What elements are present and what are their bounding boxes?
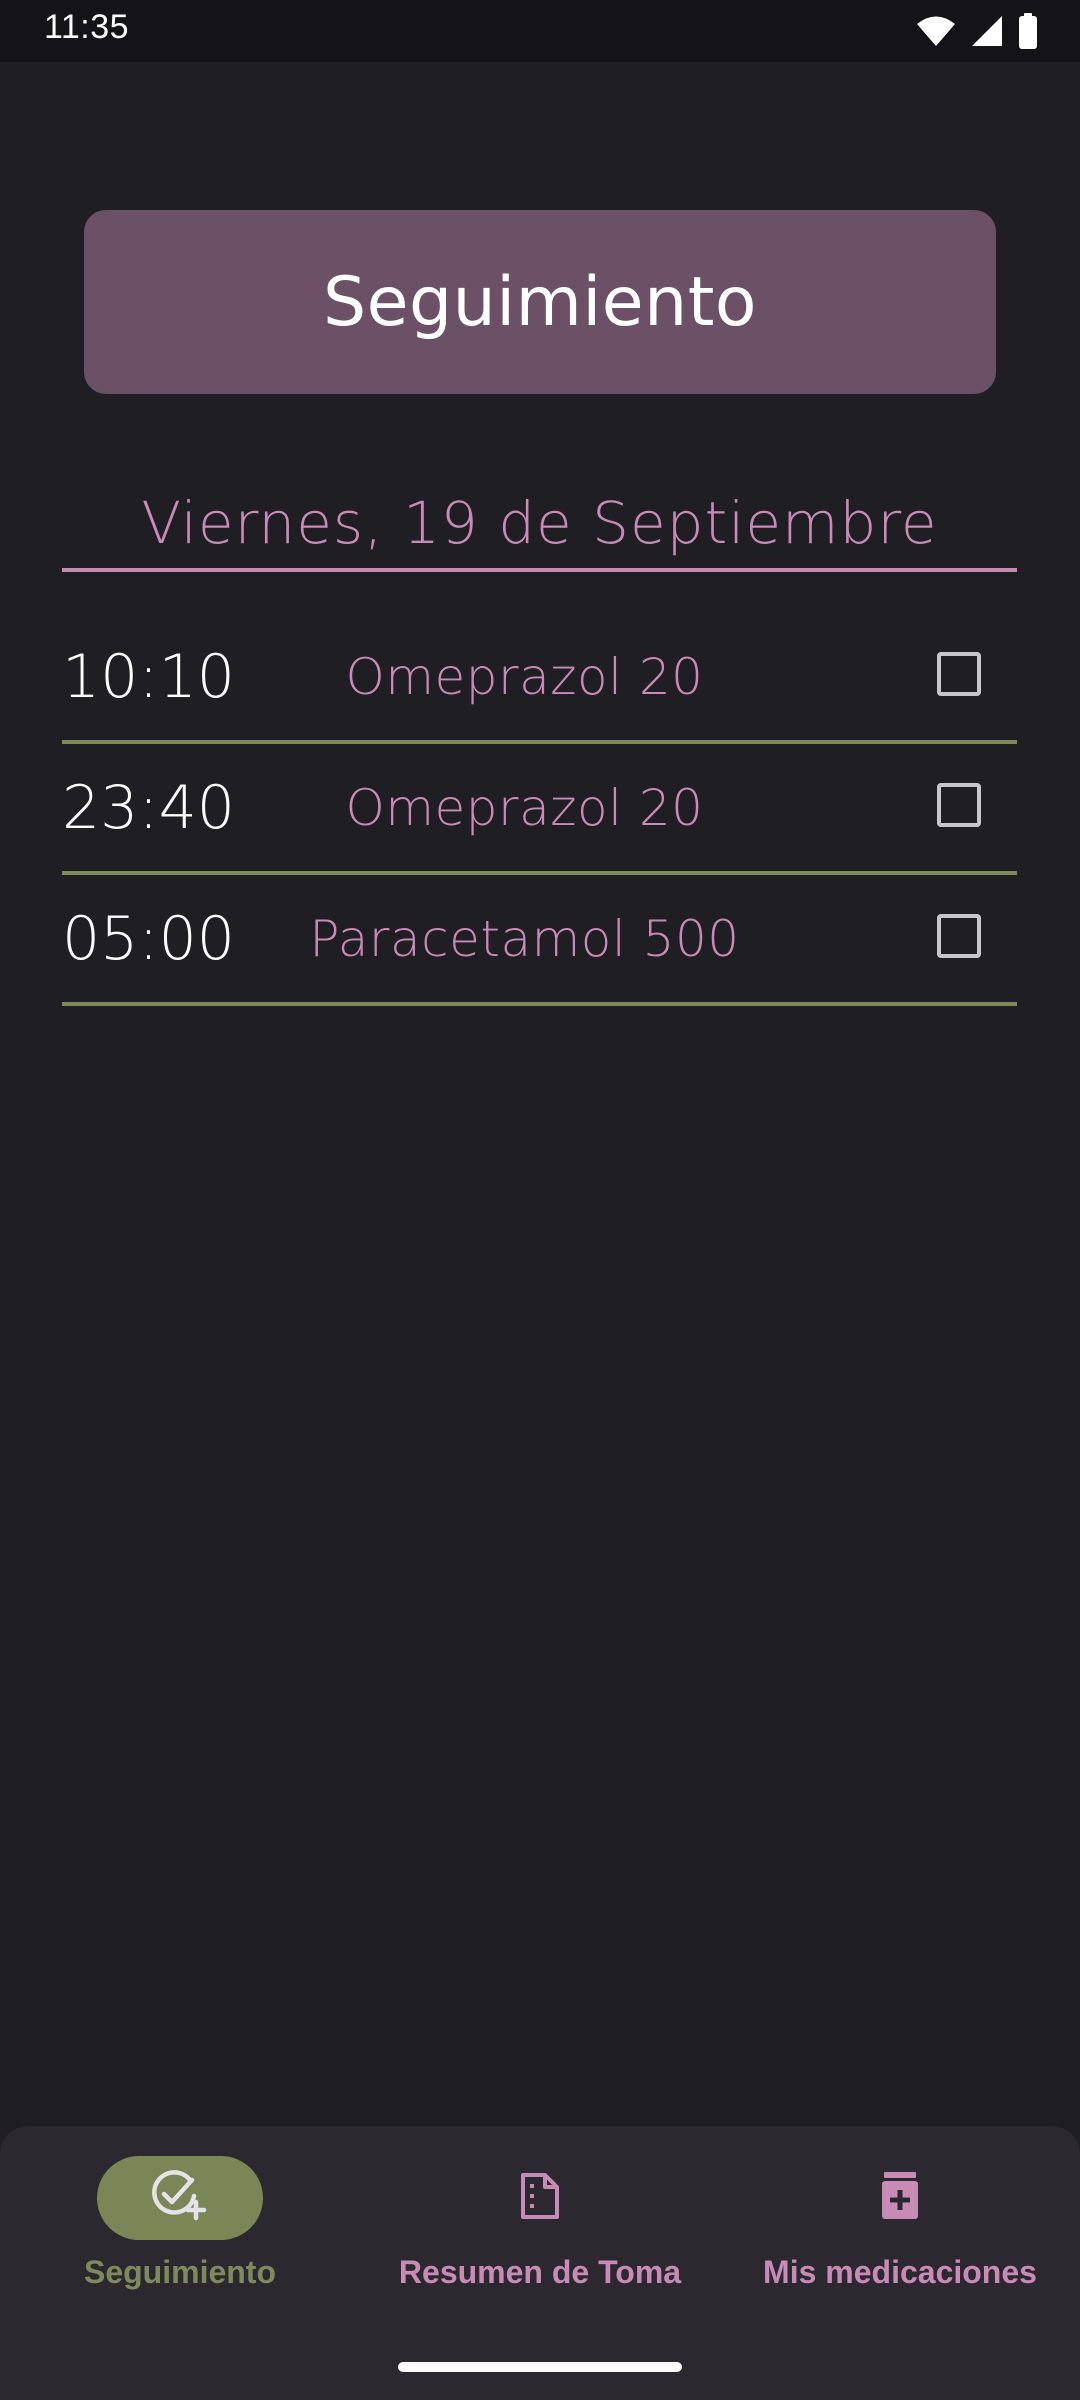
wifi-icon	[916, 15, 956, 47]
taken-checkbox[interactable]	[937, 783, 981, 827]
date-label: Viernes, 19 de Septiembre	[141, 489, 938, 557]
medication-name: Omeprazol 20	[345, 779, 704, 837]
nav-icon-wrap	[457, 2156, 623, 2240]
medication-name: Omeprazol 20	[345, 648, 704, 706]
status-time: 11:35	[44, 8, 130, 46]
check-circle-add-icon	[150, 2170, 210, 2226]
status-icons	[916, 12, 1038, 50]
medication-time: 10:10	[62, 642, 235, 712]
nav-item-mis-medicaciones[interactable]: Mis medicaciones	[720, 2156, 1080, 2316]
document-icon	[517, 2171, 563, 2225]
bottom-navigation: Seguimiento Resumen de Toma Mis medicaci…	[0, 2126, 1080, 2400]
nav-icon-wrap	[817, 2156, 983, 2240]
status-bar: 11:35	[0, 0, 1080, 62]
nav-label: Seguimiento	[83, 2254, 276, 2290]
app-screen: 11:35 Seguimiento Viernes, 19 de Septiem…	[0, 0, 1080, 2400]
nav-item-resumen-de-toma[interactable]: Resumen de Toma	[360, 2156, 720, 2316]
taken-checkbox[interactable]	[937, 652, 981, 696]
nav-label: Resumen de Toma	[398, 2254, 682, 2290]
home-indicator[interactable]	[398, 2362, 682, 2372]
nav-active-indicator	[97, 2156, 263, 2240]
taken-checkbox[interactable]	[937, 914, 981, 958]
battery-icon	[1018, 13, 1038, 49]
medication-time: 05:00	[62, 904, 235, 974]
signal-icon	[970, 14, 1004, 48]
medication-row: 23:40 Omeprazol 20	[62, 745, 1017, 875]
date-header: Viernes, 19 de Septiembre	[62, 478, 1017, 572]
medication-row: 05:00 Paracetamol 500	[62, 876, 1017, 1006]
nav-label: Mis medicaciones	[763, 2254, 1037, 2290]
page-title: Seguimiento	[323, 262, 757, 342]
nav-item-seguimiento[interactable]: Seguimiento	[0, 2156, 360, 2316]
medication-name: Paracetamol 500	[309, 910, 740, 968]
medicine-bottle-icon	[878, 2170, 922, 2226]
medication-time: 23:40	[62, 773, 235, 843]
medication-row: 10:10 Omeprazol 20	[62, 614, 1017, 744]
header-card: Seguimiento	[84, 210, 996, 394]
